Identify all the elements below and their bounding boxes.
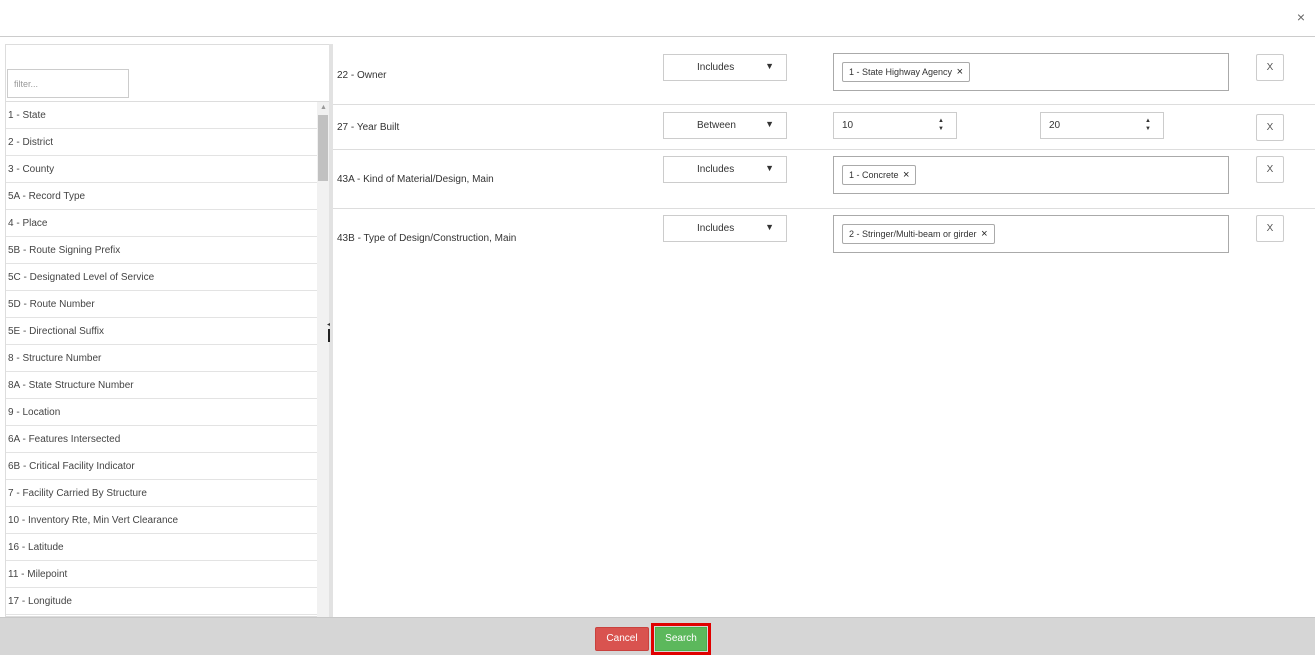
resize-handle-icon [328,329,330,342]
operator-select[interactable]: Between ▼ [663,112,787,139]
remove-criteria-button[interactable]: X [1256,54,1284,81]
list-item[interactable]: 5B - Route Signing Prefix [6,237,317,264]
dialog-footer: Cancel Search [0,617,1315,655]
dialog-header: × [0,0,1315,37]
criteria-row-year-built: 27 - Year Built Between ▼ 10 ▲ ▼ 20 ▲ ▼ X [333,105,1315,150]
list-item[interactable]: 17 - Longitude [6,588,317,615]
field-list-panel: 1 - State 2 - District 3 - County 5A - R… [5,44,329,618]
list-item[interactable]: 5E - Directional Suffix [6,318,317,345]
close-icon[interactable]: × [1297,10,1305,24]
list-item[interactable]: 5A - Record Type [6,183,317,210]
filter-input[interactable] [7,69,129,98]
filter-area [6,45,329,102]
chevron-down-icon: ▼ [765,222,774,232]
list-item[interactable]: 6B - Critical Facility Indicator [6,453,317,480]
list-item[interactable]: 6A - Features Intersected [6,426,317,453]
criteria-label: 27 - Year Built [337,122,400,133]
criteria-row-material: 43A - Kind of Material/Design, Main Incl… [333,150,1315,209]
value-tag: 2 - Stringer/Multi-beam or girder × [842,224,995,244]
remove-tag-icon[interactable]: × [957,66,963,78]
year-to-input[interactable]: 20 ▲ ▼ [1040,112,1164,139]
list-item[interactable]: 11 - Milepoint [6,561,317,588]
list-item[interactable]: 3 - County [6,156,317,183]
year-from-input[interactable]: 10 ▲ ▼ [833,112,957,139]
list-item[interactable]: 5D - Route Number [6,291,317,318]
collapse-arrow-icon: ◂ [327,322,331,328]
number-spinner-icon[interactable]: ▲ ▼ [1145,117,1151,133]
operator-select[interactable]: Includes ▼ [663,156,787,183]
scroll-up-icon[interactable]: ▲ [320,104,327,111]
remove-criteria-button[interactable]: X [1256,215,1284,242]
criteria-label: 43A - Kind of Material/Design, Main [337,174,494,185]
field-list-scrollbar[interactable]: ▲ [317,102,329,618]
value-tag-input[interactable]: 1 - Concrete × [833,156,1229,194]
remove-tag-icon[interactable]: × [903,169,909,181]
list-item[interactable]: 1 - State [6,102,317,129]
value-tag-input[interactable]: 1 - State Highway Agency × [833,53,1229,91]
list-item[interactable]: 4 - Place [6,210,317,237]
criteria-row-owner: 22 - Owner Includes ▼ 1 - State Highway … [333,44,1315,105]
remove-tag-icon[interactable]: × [981,228,987,240]
operator-select[interactable]: Includes ▼ [663,54,787,81]
operator-select[interactable]: Includes ▼ [663,215,787,242]
search-button[interactable]: Search [655,627,707,651]
list-item[interactable]: 8 - Structure Number [6,345,317,372]
list-item[interactable]: 10 - Inventory Rte, Min Vert Clearance [6,507,317,534]
criteria-label: 43B - Type of Design/Construction, Main [337,233,517,244]
list-item[interactable]: 2 - District [6,129,317,156]
remove-criteria-button[interactable]: X [1256,114,1284,141]
value-tag: 1 - State Highway Agency × [842,62,971,82]
chevron-down-icon: ▼ [765,163,774,173]
criteria-row-design-type: 43B - Type of Design/Construction, Main … [333,209,1315,267]
list-item[interactable]: 16 - Latitude [6,534,317,561]
chevron-down-icon: ▼ [765,119,774,129]
list-item[interactable]: 5C - Designated Level of Service [6,264,317,291]
list-item[interactable]: 7 - Facility Carried By Structure [6,480,317,507]
list-item[interactable]: 9 - Location [6,399,317,426]
cancel-button[interactable]: Cancel [595,627,649,651]
field-list: 1 - State 2 - District 3 - County 5A - R… [6,102,317,618]
criteria-label: 22 - Owner [337,70,387,81]
remove-criteria-button[interactable]: X [1256,156,1284,183]
scrollbar-thumb[interactable] [318,115,328,181]
value-tag-input[interactable]: 2 - Stringer/Multi-beam or girder × [833,215,1229,253]
number-spinner-icon[interactable]: ▲ ▼ [938,117,944,133]
value-tag: 1 - Concrete × [842,165,917,185]
criteria-panel: 22 - Owner Includes ▼ 1 - State Highway … [333,44,1315,617]
chevron-down-icon: ▼ [765,61,774,71]
list-item[interactable]: 8A - State Structure Number [6,372,317,399]
